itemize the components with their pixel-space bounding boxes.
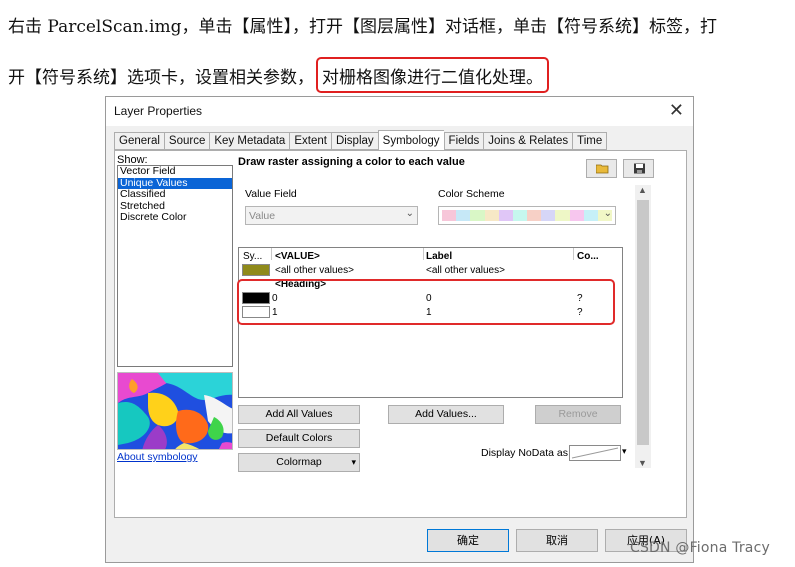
tab-key-metadata[interactable]: Key Metadata: [209, 132, 290, 150]
color-scheme-swatch: [512, 210, 528, 221]
nodata-label: Display NoData as: [481, 447, 568, 459]
add-values-button[interactable]: Add Values...: [388, 405, 504, 424]
value-0-label: 0: [426, 293, 432, 304]
watermark: CSDN @Fiona Tracy: [630, 540, 770, 556]
other-values-label: <all other values>: [426, 265, 505, 276]
symbology-preview-image: [117, 372, 233, 450]
grid-header-symbol[interactable]: Sy...: [243, 251, 262, 262]
dropdown-arrow-icon: ▾: [351, 457, 356, 467]
show-list[interactable]: Vector Field Unique Values Classified St…: [117, 165, 233, 367]
nodata-color-picker[interactable]: [569, 445, 621, 461]
tab-time[interactable]: Time: [572, 132, 608, 150]
color-scheme-swatch: [456, 210, 471, 221]
scroll-thumb[interactable]: [637, 200, 649, 445]
doc-highlight: 对栅格图像进行二值化处理。: [316, 57, 549, 93]
chevron-down-icon: ⌄: [405, 208, 414, 219]
scroll-up-icon[interactable]: ▲: [638, 185, 647, 195]
unique-values-panel: Value Field Value ⌄ Color Scheme ⌄ Sy...…: [238, 183, 641, 503]
color-scheme-swatch: [555, 210, 570, 221]
symbology-heading: Draw raster assigning a color to each va…: [238, 156, 465, 168]
save-icon: [634, 163, 645, 174]
value-field-value: Value: [249, 210, 276, 222]
value-1-swatch[interactable]: [242, 306, 270, 318]
color-scheme-dropdown[interactable]: ⌄: [438, 206, 616, 225]
other-values-value: <all other values>: [275, 265, 354, 276]
dropdown-arrow-icon[interactable]: ▾: [622, 446, 627, 457]
remove-button[interactable]: Remove: [535, 405, 621, 424]
add-all-values-button[interactable]: Add All Values: [238, 405, 360, 424]
close-icon[interactable]: ✕: [669, 100, 684, 120]
colormap-button-label: Colormap: [276, 456, 322, 468]
grid-header-count[interactable]: Co...: [577, 251, 599, 262]
value-0-value: 0: [272, 293, 278, 304]
color-scheme-swatch: [484, 210, 499, 221]
folder-icon: [596, 164, 609, 174]
value-field-dropdown[interactable]: Value ⌄: [245, 206, 418, 225]
heading-row: <Heading>: [275, 279, 327, 290]
doc-line-2-text: 开【符号系统】选项卡，设置相关参数，: [8, 68, 314, 88]
layer-properties-dialog: Layer Properties ✕ General Source Key Me…: [105, 96, 694, 563]
symbology-panel: Show: Vector Field Unique Values Classif…: [114, 150, 687, 518]
color-scheme-swatch: [498, 210, 513, 221]
doc-line-2: 开【符号系统】选项卡，设置相关参数， 对栅格图像进行二值化处理。: [8, 57, 549, 93]
other-values-swatch[interactable]: [242, 264, 270, 276]
chevron-down-icon: ⌄: [603, 208, 612, 219]
tab-strip: General Source Key Metadata Extent Displ…: [114, 130, 608, 151]
colormap-button[interactable]: Colormap ▾: [238, 453, 360, 472]
doc-line-1: 右击 ParcelScan.img，单击【属性】，打开【图层属性】对话框，单击【…: [8, 17, 717, 37]
color-scheme-label: Color Scheme: [438, 188, 505, 200]
color-scheme-swatch: [583, 210, 598, 221]
grid-divider: [573, 248, 574, 260]
nodata-empty-icon: [571, 447, 619, 459]
value-0-count: ?: [577, 293, 583, 304]
color-scheme-swatch: [527, 210, 542, 221]
default-colors-button[interactable]: Default Colors: [238, 429, 360, 448]
about-symbology-link[interactable]: About symbology: [117, 451, 198, 463]
tab-source[interactable]: Source: [163, 132, 210, 150]
grid-divider: [271, 248, 272, 260]
value-1-value: 1: [272, 307, 278, 318]
grid-header-label[interactable]: Label: [426, 251, 452, 262]
dialog-title: Layer Properties: [114, 104, 203, 118]
color-scheme-swatch: [541, 210, 556, 221]
value-0-swatch[interactable]: [242, 292, 270, 304]
tab-display[interactable]: Display: [330, 132, 378, 150]
color-scheme-swatch: [442, 210, 457, 221]
tab-general[interactable]: General: [114, 132, 164, 150]
grid-header-value[interactable]: <VALUE>: [275, 251, 320, 262]
color-scheme-swatch: [470, 210, 485, 221]
open-folder-button[interactable]: [586, 159, 617, 178]
save-button[interactable]: [623, 159, 654, 178]
tab-fields[interactable]: Fields: [443, 132, 484, 150]
value-field-label: Value Field: [245, 188, 297, 200]
panel-scrollbar[interactable]: ▲ ▼: [635, 185, 651, 468]
grid-divider: [423, 248, 424, 260]
color-scheme-swatch: [569, 210, 584, 221]
title-bar: Layer Properties ✕: [106, 97, 693, 126]
cancel-button[interactable]: 取消: [516, 529, 598, 552]
tab-extent[interactable]: Extent: [289, 132, 331, 150]
show-item-discrete-color[interactable]: Discrete Color: [118, 211, 232, 224]
color-scheme-ramp: [442, 210, 613, 221]
unique-values-grid[interactable]: Sy... <VALUE> Label Co... <all other val…: [238, 247, 623, 398]
scroll-down-icon[interactable]: ▼: [638, 458, 647, 468]
show-item-classified[interactable]: Classified: [118, 188, 232, 201]
value-1-label: 1: [426, 307, 432, 318]
tab-symbology[interactable]: Symbology: [377, 130, 444, 150]
preview-map-icon: [118, 373, 232, 449]
ok-button[interactable]: 确定: [427, 529, 509, 552]
value-1-count: ?: [577, 307, 583, 318]
tab-joins-relates[interactable]: Joins & Relates: [483, 132, 573, 150]
show-item-vector-field[interactable]: Vector Field: [118, 165, 232, 178]
